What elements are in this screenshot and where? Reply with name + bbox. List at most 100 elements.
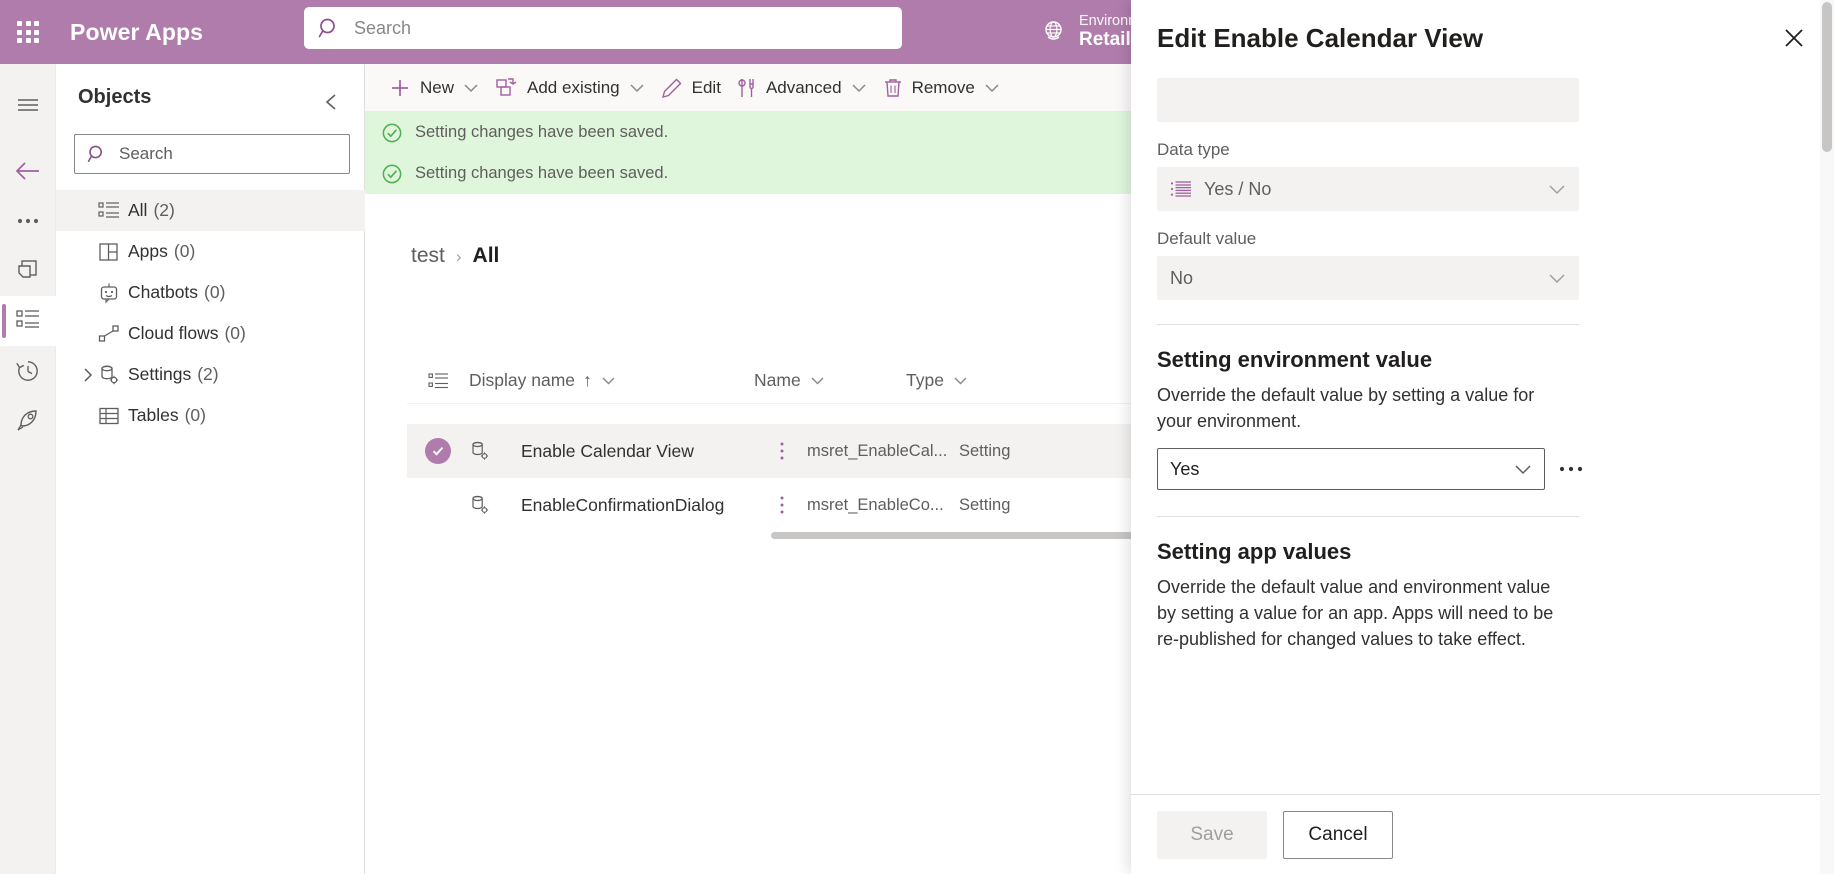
breadcrumb-parent[interactable]: test: [411, 244, 445, 268]
default-value-label: Default value: [1157, 229, 1257, 248]
chevron-down-icon[interactable]: [463, 82, 479, 94]
brand-title[interactable]: Power Apps: [70, 19, 203, 46]
remove-button-label: Remove: [911, 77, 975, 97]
sidebar-item-count: (0): [184, 405, 206, 425]
sidebar-item-objects[interactable]: [0, 296, 56, 346]
chevron-down-icon[interactable]: [1514, 463, 1532, 475]
chevron-down-icon[interactable]: [851, 82, 867, 94]
new-button[interactable]: New: [381, 68, 487, 108]
add-existing-label: Add existing: [527, 77, 620, 97]
column-header-name[interactable]: Name: [754, 370, 906, 391]
chevron-down-icon[interactable]: [953, 375, 968, 386]
setting-name-field: [1157, 78, 1579, 122]
sidebar-item-label: Apps: [128, 241, 168, 261]
chevron-down-icon[interactable]: [601, 375, 616, 386]
app-section-description: Override the default value and environme…: [1157, 577, 1554, 650]
search-icon: [318, 17, 340, 39]
sidebar-item-count: (2): [197, 364, 219, 384]
publish-rocket-icon[interactable]: [0, 396, 56, 446]
status-message-text: Setting changes have been saved.: [415, 164, 669, 182]
trash-icon: [883, 77, 903, 99]
remove-button[interactable]: Remove: [875, 68, 1008, 108]
sidebar-item-label: Chatbots: [128, 282, 199, 302]
sidebar-item-label: Tables: [128, 405, 179, 425]
kebab-menu-icon[interactable]: [757, 494, 807, 516]
solutions-icon[interactable]: [0, 246, 56, 296]
pencil-icon: [661, 77, 683, 99]
global-search-input[interactable]: Search: [304, 7, 902, 49]
setting-record-icon: [469, 440, 521, 462]
new-button-label: New: [420, 77, 455, 97]
advanced-button[interactable]: Advanced: [729, 68, 875, 108]
ellipsis-icon[interactable]: [1549, 448, 1593, 490]
back-arrow-icon[interactable]: [0, 146, 56, 196]
section-divider: [1157, 324, 1579, 325]
ellipsis-icon[interactable]: [0, 196, 56, 246]
globe-icon: [1040, 19, 1067, 46]
chevron-left-icon[interactable]: [316, 86, 348, 118]
column-header-label: Name: [754, 370, 801, 390]
success-check-icon: [381, 122, 403, 144]
hamburger-icon[interactable]: [0, 80, 56, 130]
column-header-type[interactable]: Type: [906, 370, 1056, 391]
cancel-button[interactable]: Cancel: [1283, 810, 1393, 859]
sidebar-item-chatbots[interactable]: Chatbots (0): [56, 272, 365, 313]
add-existing-button[interactable]: Add existing: [487, 68, 653, 108]
objects-search-placeholder: Search: [119, 144, 173, 163]
chevron-down-icon[interactable]: [810, 375, 825, 386]
settings-db-icon: [98, 364, 128, 386]
default-value-dropdown: No: [1157, 256, 1579, 300]
sidebar-item-count: (0): [204, 282, 226, 302]
edit-button-label: Edit: [691, 77, 721, 97]
column-header-display-name[interactable]: Display name ↑: [469, 370, 754, 391]
env-value-dropdown[interactable]: Yes: [1157, 448, 1545, 491]
row-name: msret_EnableCo...: [807, 495, 944, 514]
sidebar-item-count: (2): [153, 200, 175, 220]
left-icon-rail: [0, 64, 56, 874]
save-button[interactable]: Save: [1157, 810, 1267, 859]
panel-body: Data type Yes / No Default value No Sett…: [1131, 76, 1834, 794]
chevron-down-icon[interactable]: [984, 82, 1000, 94]
cloud-flow-icon: [98, 323, 128, 345]
plus-icon: [389, 77, 411, 99]
panel-header: Edit Enable Calendar View: [1131, 0, 1834, 76]
objects-panel: Objects Search All (2) Apps (0) Chatbots…: [56, 64, 365, 874]
edit-setting-panel: Edit Enable Calendar View Data type Yes …: [1131, 0, 1834, 874]
chevron-down-icon: [1548, 272, 1566, 284]
row-selected-checkbox[interactable]: [407, 438, 469, 464]
sidebar-item-tables[interactable]: Tables (0): [56, 395, 365, 436]
sidebar-item-cloud-flows[interactable]: Cloud flows (0): [56, 313, 365, 354]
objects-search-input[interactable]: Search: [74, 134, 350, 174]
advanced-tools-icon: [737, 77, 757, 99]
window-vertical-scrollbar[interactable]: [1820, 0, 1834, 874]
sidebar-item-apps[interactable]: Apps (0): [56, 231, 365, 272]
chatbot-icon: [98, 282, 128, 304]
data-type-value: Yes / No: [1204, 178, 1272, 199]
success-check-icon: [381, 163, 403, 185]
kebab-menu-icon[interactable]: [757, 440, 807, 462]
search-icon: [87, 144, 107, 164]
data-type-label: Data type: [1157, 140, 1230, 159]
sidebar-item-label: All: [128, 200, 148, 220]
objects-list-icon: [15, 308, 41, 335]
app-launcher-icon[interactable]: [0, 0, 56, 64]
objects-tree: All (2) Apps (0) Chatbots (0) Cloud flow…: [56, 190, 365, 436]
chevron-down-icon[interactable]: [629, 82, 645, 94]
chevron-right-icon[interactable]: [78, 367, 98, 383]
edit-button[interactable]: Edit: [653, 68, 729, 108]
status-message-text: Setting changes have been saved.: [415, 123, 669, 141]
select-all-icon[interactable]: [407, 372, 469, 390]
row-type: Setting: [959, 495, 1011, 514]
close-icon[interactable]: [1774, 18, 1814, 58]
power-apps-window: Power Apps Search Environment RetailS Ob…: [0, 0, 1834, 874]
window-scrollbar-thumb[interactable]: [1822, 2, 1832, 152]
breadcrumb-separator: ›: [455, 247, 462, 266]
row-display-name: Enable Calendar View: [521, 440, 694, 461]
row-display-name: EnableConfirmationDialog: [521, 494, 725, 515]
setting-record-icon: [469, 494, 521, 516]
env-section-title: Setting environment value: [1157, 347, 1433, 372]
sidebar-item-settings[interactable]: Settings (2): [56, 354, 365, 395]
history-icon[interactable]: [0, 346, 56, 396]
sidebar-item-label: Settings: [128, 364, 192, 384]
sidebar-item-all[interactable]: All (2): [56, 190, 365, 231]
